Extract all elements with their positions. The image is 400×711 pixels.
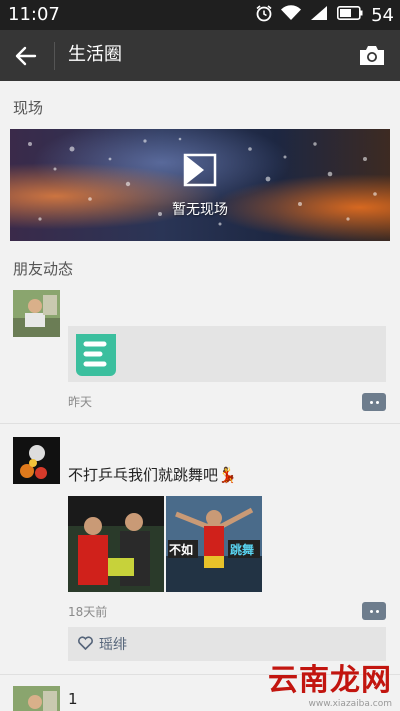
back-arrow-icon[interactable] bbox=[12, 42, 40, 70]
app-bar: 生活圈 bbox=[0, 30, 400, 81]
photo-overlay-text: 跳舞 bbox=[230, 543, 255, 557]
status-icons: 54 bbox=[255, 4, 394, 26]
live-logo-icon bbox=[182, 153, 218, 191]
app-logo-icon bbox=[68, 326, 124, 382]
avatar[interactable] bbox=[13, 437, 60, 484]
watermark-text: 云南龙网 bbox=[268, 663, 392, 698]
friends-section-heading: 朋友动态 bbox=[13, 260, 74, 278]
post-time: 18天前 bbox=[68, 605, 108, 619]
post-text: 1 bbox=[68, 690, 78, 708]
comment-button[interactable] bbox=[362, 393, 386, 411]
post-divider bbox=[0, 423, 400, 424]
page-title: 生活圈 bbox=[68, 44, 122, 65]
watermark: 云南龙网 www.xiazaiba.com bbox=[268, 655, 392, 709]
heart-icon bbox=[78, 635, 93, 654]
status-bar: 11:07 54 bbox=[0, 0, 400, 30]
live-banner[interactable]: 暂无现场 bbox=[10, 129, 390, 241]
status-time: 11:07 bbox=[8, 4, 60, 25]
signal-icon bbox=[309, 5, 329, 25]
wifi-icon bbox=[281, 5, 302, 25]
photo-overlay-text: 不如 bbox=[169, 543, 194, 557]
post-text: 不打乒乓我们就跳舞吧💃 bbox=[68, 466, 237, 484]
alarm-icon bbox=[255, 4, 273, 26]
post-photo[interactable] bbox=[68, 496, 164, 592]
avatar[interactable] bbox=[13, 290, 60, 337]
live-section-heading: 现场 bbox=[13, 99, 44, 117]
app-bar-divider bbox=[54, 42, 55, 70]
avatar[interactable] bbox=[13, 686, 60, 711]
shared-link-card[interactable] bbox=[68, 326, 386, 382]
watermark-subtext: www.xiazaiba.com bbox=[308, 699, 392, 709]
comment-button[interactable] bbox=[362, 602, 386, 620]
battery-icon bbox=[337, 6, 363, 24]
post-time: 昨天 bbox=[68, 395, 93, 409]
battery-level: 54 bbox=[371, 4, 394, 26]
live-banner-caption: 暂无现场 bbox=[172, 202, 228, 218]
camera-icon[interactable] bbox=[358, 41, 386, 69]
liker-name[interactable]: 瑶绯 bbox=[99, 634, 127, 654]
post-photo[interactable]: 不如 跳舞 bbox=[166, 496, 262, 592]
